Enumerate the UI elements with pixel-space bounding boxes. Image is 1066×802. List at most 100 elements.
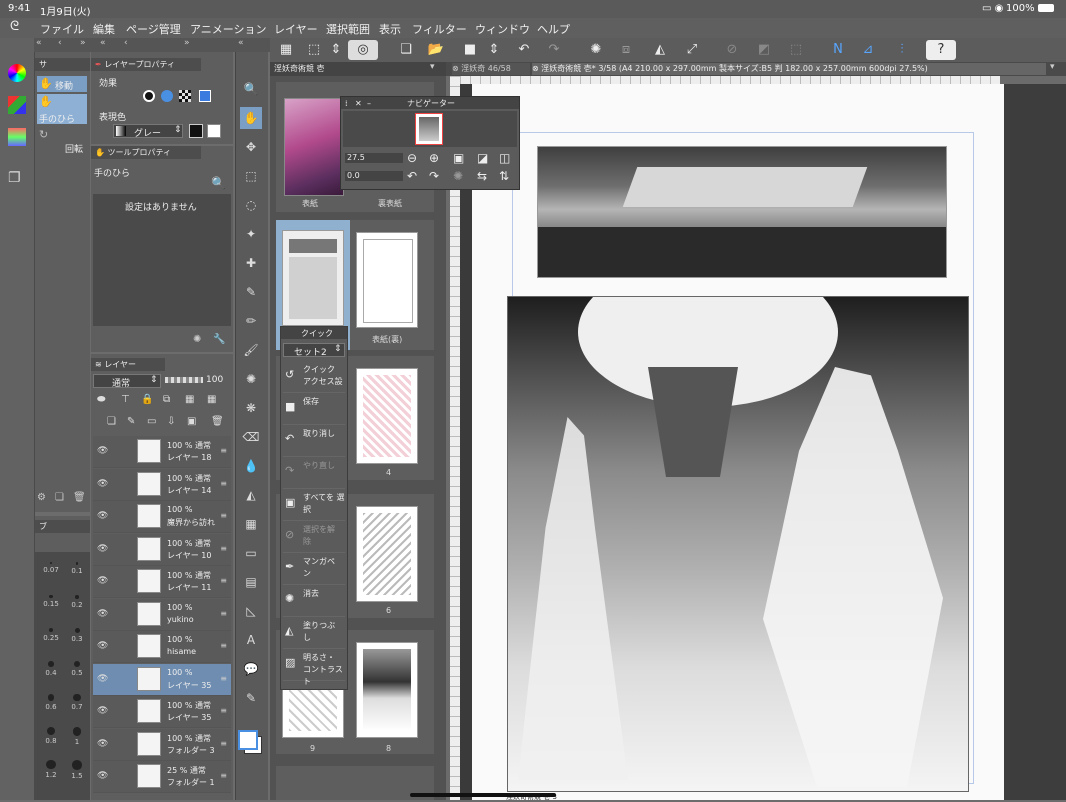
chevron-left-icon-2[interactable]: ‹ [124,38,128,48]
lock-icon[interactable]: 🔒 [141,394,153,405]
zoom-out-icon[interactable]: ⊖ [407,151,417,165]
wrench-icon[interactable]: 🔧 [213,334,225,345]
quick-access-item[interactable]: ↷ やり直し [283,458,345,489]
brush-size-cell[interactable]: 0.3 [62,624,92,654]
clear-icon[interactable]: ✺ [584,40,608,60]
close-icon[interactable]: ✕ [355,97,362,109]
page-thumb-inside-back[interactable] [356,232,418,328]
rotate-right-icon[interactable]: ↷ [429,169,439,183]
companion-mode-icon[interactable]: ◎ [348,40,378,60]
figure-tool-icon[interactable]: ▭ [240,542,262,564]
visibility-eye-icon[interactable]: 👁 [97,674,108,684]
visibility-eye-icon[interactable]: 👁 [97,576,108,586]
color-set-icon[interactable] [8,96,26,114]
close-tab-icon-2[interactable]: ⊗ [532,64,539,73]
page-manager-menu-icon[interactable]: ▾ [430,62,435,72]
rotate-left-icon[interactable]: ↶ [407,169,417,183]
panel-2-art[interactable] [507,296,969,792]
reset-rotate-icon[interactable]: ✺ [453,169,463,183]
layer-row[interactable]: 👁 100 % yukino ≡ [93,598,231,631]
layer-menu-icon[interactable]: ≡ [220,576,227,585]
page-thumb-8[interactable] [356,642,418,738]
panel-stack-icon[interactable]: ❐ [8,170,26,188]
new-file-icon[interactable]: ❏ [394,40,418,60]
quick-access-item[interactable]: ↶ 取り消し [283,426,345,457]
page-manager-tab[interactable]: 淫妖奇術競 壱 [270,62,446,76]
redo-icon[interactable]: ↷ [542,40,566,60]
white-color-swatch[interactable] [207,124,221,138]
fill-icon[interactable]: ◭ [648,40,672,60]
expression-color-select[interactable]: グレー ⇕ [113,124,183,139]
menu-filter[interactable]: フィルター [412,21,467,37]
quick-access-set-select[interactable]: セット2 ⇕ [283,343,345,358]
new-folder-icon[interactable]: ▭ [147,416,156,427]
stepper-icon-4[interactable]: ⇕ [482,40,506,60]
main-color-swatch[interactable] [238,730,258,750]
move-tool-icon[interactable]: ✥ [240,136,262,158]
fit-width-icon[interactable]: ◪ [477,151,488,165]
layer-menu-icon[interactable]: ≡ [220,674,227,683]
layer-color-icon[interactable] [199,90,211,102]
draft-icon[interactable]: ▦ [207,394,216,405]
text-tool-icon[interactable]: A [240,629,262,651]
layer-row[interactable]: 👁 100 % 通常 レイヤー 18 ≡ [93,436,231,468]
correct-line-tool-icon[interactable]: ✎ [240,687,262,709]
merge-down-icon[interactable]: ⇩ [167,416,175,427]
visibility-eye-icon[interactable]: 👁 [97,479,108,489]
quick-access-item[interactable]: ◭ 塗りつぶ し [283,618,345,649]
angle-value[interactable]: 0.0 [347,171,360,180]
intermediate-color-icon[interactable] [8,128,26,146]
snap-grid-icon[interactable]: ⫶ [890,40,914,60]
hand-tool-icon[interactable]: ✋ [240,107,262,129]
quick-access-item[interactable]: ▨ 明るさ・ コントラスト [283,650,345,686]
border-effect-icon[interactable] [143,90,155,102]
brush-size-cell[interactable]: 0.7 [62,690,92,720]
canvas-tab-2[interactable]: ⊗ 淫妖奇術競 壱* 3/58 (A4 210.00 x 297.00mm 製本… [532,63,1046,75]
stepper-icon-3[interactable]: ⇕ [324,40,348,60]
menu-window[interactable]: ウィンドウ [475,21,530,37]
delete-layer-icon[interactable]: 🗑 [211,416,224,427]
actual-size-icon[interactable]: ◫ [499,151,510,165]
black-color-swatch[interactable] [189,124,203,138]
flip-horizontal-icon[interactable]: ⇆ [477,169,487,183]
brush-size-cell[interactable]: 1.5 [62,756,92,786]
quick-access-item[interactable]: ✺ 消去 [283,586,345,617]
airbrush-tool-icon[interactable]: ✺ [240,368,262,390]
pen-tool-icon[interactable]: ✎ [240,281,262,303]
save-icon[interactable]: ■ [458,40,482,60]
visibility-eye-icon[interactable]: 👁 [97,771,108,781]
layer-row[interactable]: 👁 100 % 通常 レイヤー 10 ≡ [93,533,231,566]
close-tab-icon[interactable]: ⊗ [452,64,459,73]
reference-icon[interactable]: ▦ [185,394,194,405]
menu-file[interactable]: ファイル [40,21,84,37]
collapse-right-icon-2[interactable]: » [184,38,190,48]
undo-icon[interactable]: ↶ [512,40,536,60]
new-vector-icon[interactable]: ✎ [127,416,135,427]
zoom-in-icon[interactable]: ⊕ [429,151,439,165]
extract-line-icon[interactable] [161,90,173,102]
layer-menu-icon[interactable]: ≡ [220,641,227,650]
layer-menu-icon[interactable]: ≡ [220,479,227,488]
quick-access-item[interactable]: ⊘ 選択を解 除 [283,522,345,553]
lasso-tool-icon[interactable]: ◌ [240,194,262,216]
visibility-eye-icon[interactable]: 👁 [97,641,108,651]
page-thumb-6[interactable] [356,506,418,602]
opacity-value[interactable]: 100 [206,375,223,385]
scale-icon[interactable]: ⤢ [680,40,704,60]
layer-menu-icon[interactable]: ≡ [220,609,227,618]
menu-view[interactable]: 表示 [379,21,401,37]
deselect-icon[interactable]: ⊘ [720,40,744,60]
ruler-tool-icon[interactable]: ◺ [240,600,262,622]
flip-vertical-icon[interactable]: ⇅ [499,169,509,183]
layer-row[interactable]: 👁 100 % 通常 レイヤー 14 ≡ [93,468,231,501]
add-mask-icon[interactable]: ▣ [187,416,196,427]
layer-menu-icon[interactable]: ≡ [220,771,227,780]
cursor-icon[interactable]: ⬚ [302,40,326,60]
eraser-tool-icon[interactable]: ⌫ [240,426,262,448]
visibility-eye-icon[interactable]: 👁 [97,544,108,554]
tone-icon[interactable] [179,90,191,102]
collapse-left-icon[interactable]: « [36,38,42,48]
visibility-eye-icon[interactable]: 👁 [97,511,108,521]
layer-row[interactable]: 👁 100 % 通常 フォルダー 3 ≡ [93,728,231,761]
layer-row[interactable]: 👁 100 % hisame ≡ [93,631,231,663]
